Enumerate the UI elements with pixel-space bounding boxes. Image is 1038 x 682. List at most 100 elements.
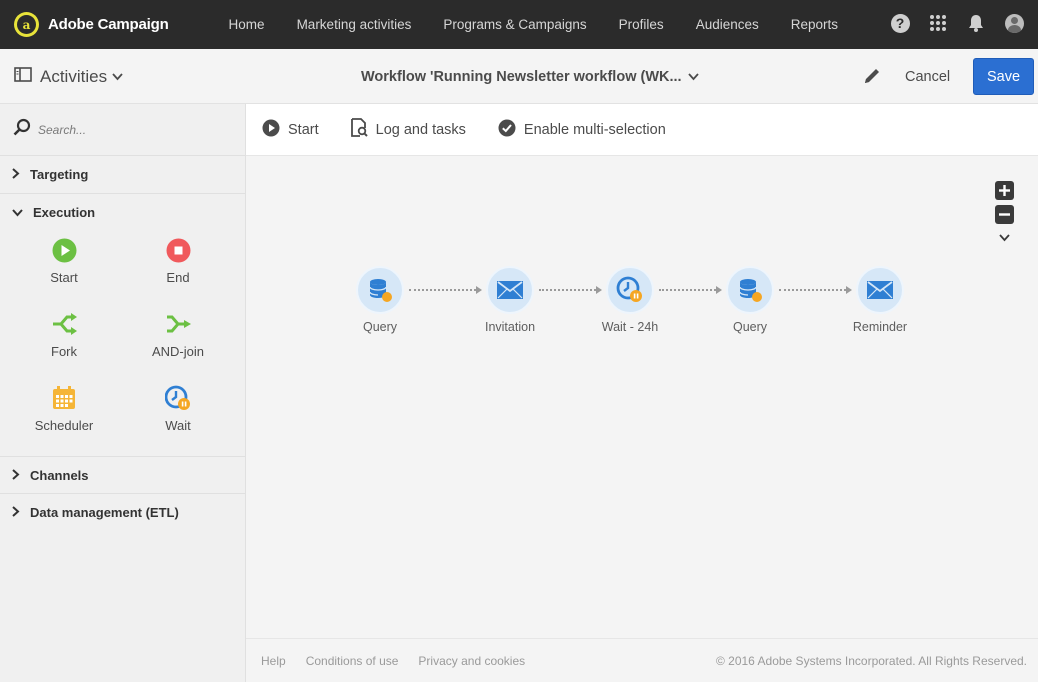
user-avatar[interactable] (1004, 13, 1024, 33)
node-label: Reminder (852, 320, 908, 334)
section-execution[interactable]: Execution (0, 193, 245, 230)
bell-icon[interactable] (966, 13, 986, 33)
nav-profiles[interactable]: Profiles (619, 17, 664, 32)
canvas-toolbar: Start Log and tasks Enable multi-selecti… (246, 104, 1038, 156)
workflow-node-query[interactable]: Query (715, 266, 785, 334)
search-icon (13, 118, 31, 141)
query-icon (726, 266, 774, 314)
page-footer: Help Conditions of use Privacy and cooki… (246, 638, 1038, 682)
start-icon (50, 236, 78, 264)
chevron-right-icon (12, 505, 20, 520)
zoom-in-button[interactable] (995, 181, 1014, 200)
chevron-right-icon (12, 167, 20, 182)
wait-icon (164, 384, 192, 412)
transition-arrow (409, 286, 482, 294)
workflow-title-text: Workflow 'Running Newsletter workflow (W… (361, 69, 682, 85)
log-and-tasks-button[interactable]: Log and tasks (350, 118, 466, 141)
cancel-button[interactable]: Cancel (905, 69, 950, 85)
section-label: Targeting (30, 167, 89, 182)
workflow-node-invitation[interactable]: Invitation (475, 266, 545, 334)
nav-home[interactable]: Home (229, 17, 265, 32)
query-icon (356, 266, 404, 314)
nav-audiences[interactable]: Audiences (696, 17, 759, 32)
node-label: Wait - 24h (601, 320, 659, 334)
workflow-canvas[interactable]: Query Invitation Wait - 24h Query Remind… (246, 156, 1038, 638)
top-icons: ? (872, 13, 1024, 33)
activity-fork[interactable]: Fork (7, 304, 121, 378)
execution-activities: Start End Fork AND-join Scheduler Wait (0, 230, 245, 452)
workflow-node-reminder[interactable]: Reminder (845, 266, 915, 334)
transition-arrow (659, 286, 722, 294)
transition-arrow (539, 286, 602, 294)
activity-start[interactable]: Start (7, 230, 121, 304)
transition-arrow (779, 286, 852, 294)
section-label: Channels (30, 467, 89, 483)
search-input[interactable]: Search... (38, 123, 86, 137)
activity-label: AND-join (151, 344, 204, 359)
save-button[interactable]: Save (973, 58, 1034, 95)
activity-label: Scheduler (34, 418, 94, 433)
app-title: Adobe Campaign (48, 16, 169, 33)
nav-marketing-activities[interactable]: Marketing activities (297, 17, 412, 32)
check-circle-icon (498, 119, 516, 141)
multi-selection-toggle[interactable]: Enable multi-selection (498, 119, 666, 141)
activity-label: End (166, 270, 190, 285)
scheduler-icon (50, 384, 78, 412)
workflow-node-query[interactable]: Query (345, 266, 415, 334)
multi-selection-label: Enable multi-selection (523, 121, 666, 138)
conditions-link[interactable]: Conditions of use (306, 654, 399, 668)
section-label: Data management (ETL) (30, 504, 179, 520)
node-label: Query (362, 320, 398, 334)
activities-label: Activities (40, 67, 108, 86)
logo-letter: a (17, 15, 36, 34)
workflow-node-wait[interactable]: Wait - 24h (595, 266, 665, 334)
main-nav: Home Marketing activities Programs & Cam… (229, 17, 870, 32)
activity-label: Start (50, 270, 78, 285)
activity-label: Wait (165, 418, 191, 433)
log-search-icon (350, 118, 368, 141)
activities-sidebar: Search... Targeting Execution Start End … (0, 104, 246, 682)
activity-search[interactable]: Search... (0, 104, 245, 156)
zoom-out-button[interactable] (995, 205, 1014, 224)
log-label: Log and tasks (375, 121, 466, 138)
top-navigation-bar: a Adobe Campaign Home Marketing activiti… (0, 0, 1038, 49)
app-logo[interactable]: a Adobe Campaign (14, 12, 169, 37)
zoom-controls (995, 181, 1014, 247)
activity-end[interactable]: End (121, 230, 235, 304)
activity-and-join[interactable]: AND-join (121, 304, 235, 378)
section-targeting[interactable]: Targeting (0, 156, 245, 193)
nav-programs-campaigns[interactable]: Programs & Campaigns (443, 17, 586, 32)
activity-label: Fork (51, 344, 77, 359)
node-label: Query (732, 320, 768, 334)
wait-icon (606, 266, 654, 314)
help-link[interactable]: Help (261, 654, 286, 668)
nav-reports[interactable]: Reports (791, 17, 838, 32)
workflow-title[interactable]: Workflow 'Running Newsletter workflow (W… (361, 69, 699, 85)
edit-pencil-icon[interactable] (862, 66, 882, 91)
adobe-campaign-logo-icon: a (14, 12, 39, 37)
fork-icon (50, 310, 78, 338)
play-icon (262, 119, 280, 141)
apps-grid-icon[interactable] (928, 13, 948, 33)
chevron-right-icon (12, 468, 20, 483)
section-channels[interactable]: Channels (0, 456, 245, 493)
node-label: Invitation (484, 320, 536, 334)
chevron-down-icon[interactable] (999, 229, 1014, 247)
copyright-text: © 2016 Adobe Systems Incorporated. All R… (715, 653, 1027, 668)
and-join-icon (164, 310, 192, 338)
section-data-management[interactable]: Data management (ETL) (0, 493, 245, 530)
panel-icon (14, 67, 32, 87)
chevron-down-icon (12, 205, 23, 220)
chevron-down-icon (687, 69, 699, 85)
email-icon (486, 266, 534, 314)
workflow-header: Activities Workflow 'Running Newsletter … (0, 49, 1038, 104)
activity-scheduler[interactable]: Scheduler (7, 378, 121, 452)
activities-toggle[interactable]: Activities (14, 67, 123, 87)
privacy-link[interactable]: Privacy and cookies (418, 654, 525, 668)
start-workflow-button[interactable]: Start (262, 119, 319, 141)
section-label: Execution (33, 204, 96, 220)
help-icon[interactable]: ? (890, 13, 910, 33)
chevron-down-icon (112, 68, 123, 86)
end-icon (164, 236, 192, 264)
activity-wait[interactable]: Wait (121, 378, 235, 452)
